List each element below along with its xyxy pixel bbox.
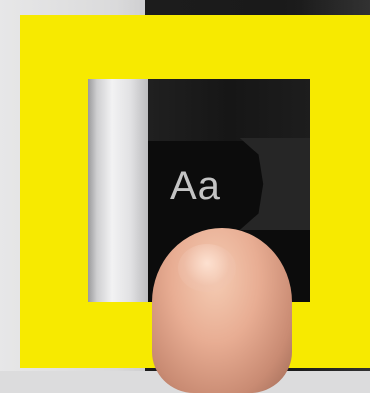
- device-edge: [88, 79, 148, 302]
- text-size-button[interactable]: Aa: [170, 166, 221, 206]
- finger-nail: [178, 244, 236, 292]
